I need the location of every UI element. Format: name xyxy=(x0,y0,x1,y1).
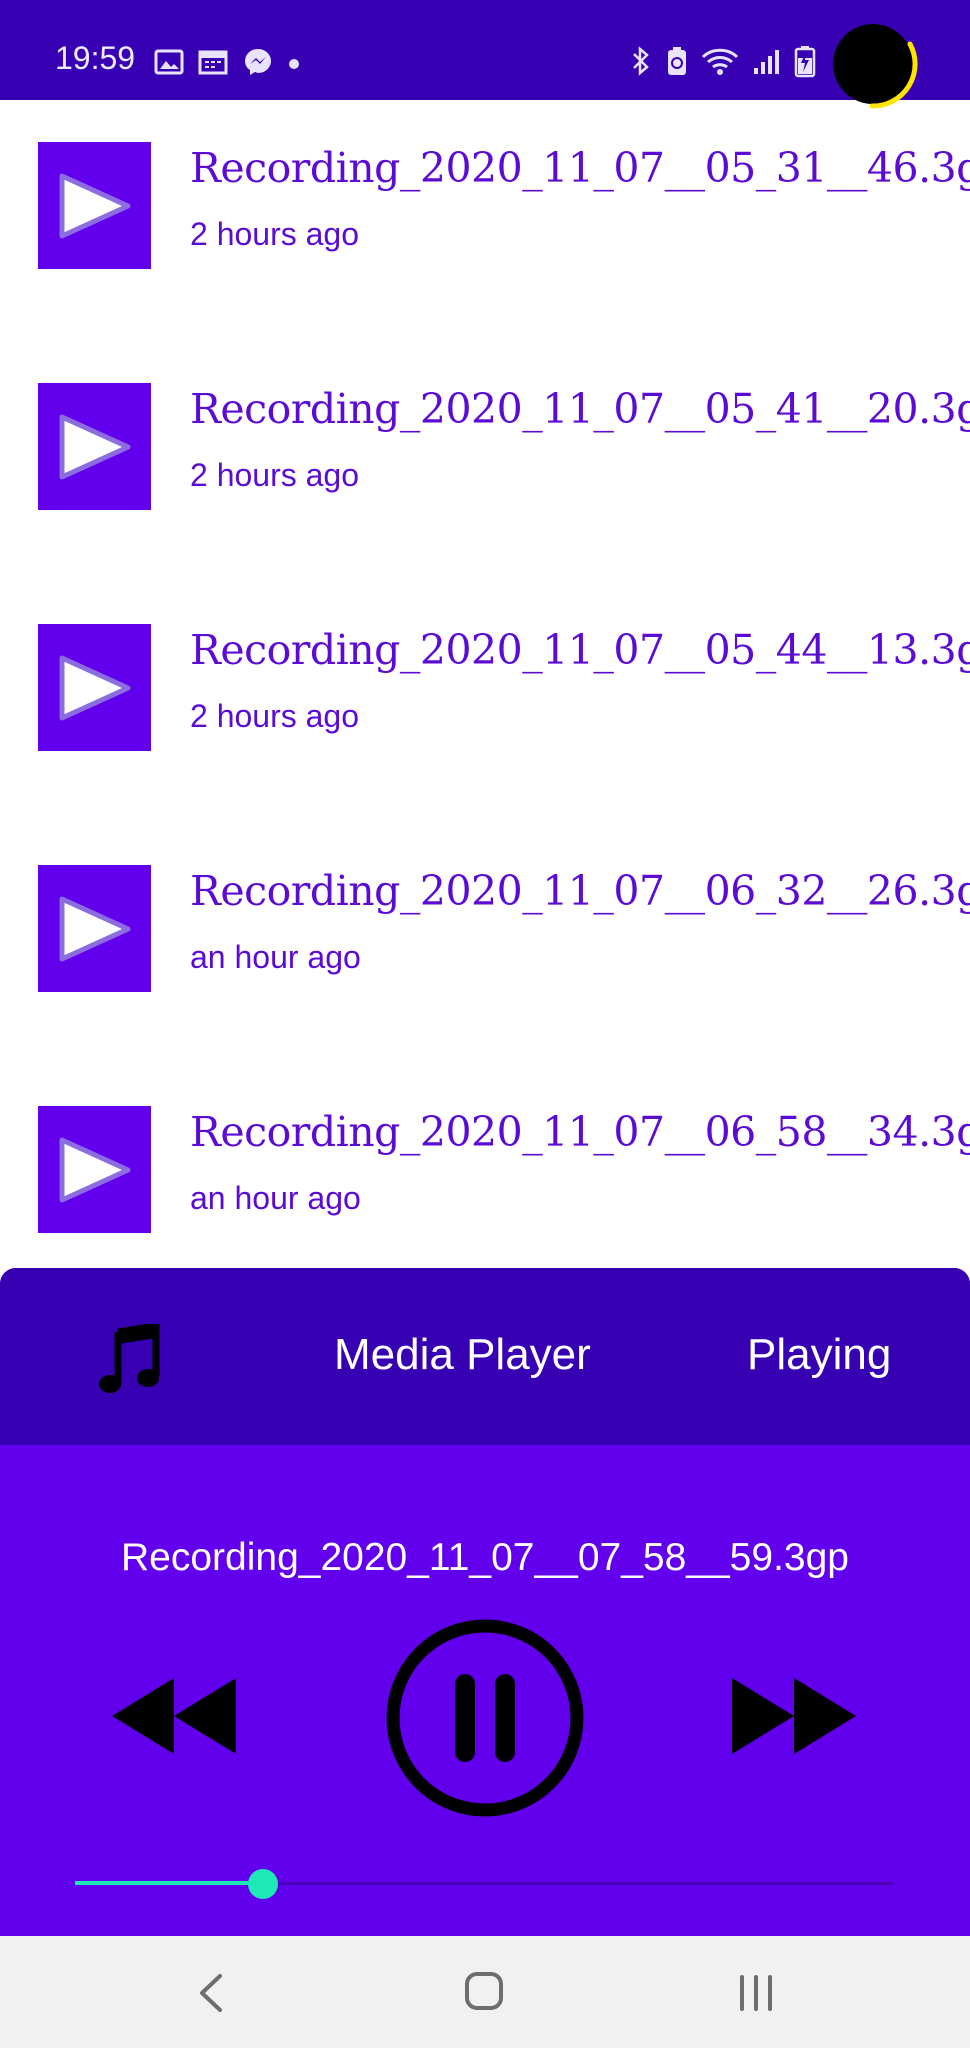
back-icon[interactable] xyxy=(196,1972,226,2018)
home-icon[interactable] xyxy=(463,1970,505,2016)
bluetooth-icon xyxy=(628,45,654,81)
list-item[interactable]: Recording_2020_11_07__05_41__20.3gp 2 ho… xyxy=(0,341,970,541)
player-header: Media Player Playing xyxy=(0,1268,970,1445)
play-button[interactable] xyxy=(38,624,151,751)
list-item[interactable]: Recording_2020_11_07__05_31__46.3gp 2 ho… xyxy=(0,100,970,300)
play-icon xyxy=(59,655,131,721)
player-title: Media Player xyxy=(334,1330,591,1379)
recording-time: an hour ago xyxy=(190,939,361,975)
calendar-icon xyxy=(198,48,228,80)
seek-progress xyxy=(75,1881,263,1885)
play-icon xyxy=(59,414,131,480)
signal-icon xyxy=(752,46,782,80)
recording-title: Recording_2020_11_07__06_32__26.3gp xyxy=(190,867,970,915)
recording-time: 2 hours ago xyxy=(190,698,360,734)
fast-forward-button[interactable] xyxy=(730,1676,858,1760)
now-playing-title: Recording_2020_11_07__07_58__59.3gp xyxy=(121,1536,849,1579)
list-item[interactable]: Recording_2020_11_07__06_32__26.3gp an h… xyxy=(0,823,970,1023)
media-player: Media Player Playing Recording_2020_11_0… xyxy=(0,1268,970,1936)
status-bar: 19:59 xyxy=(0,0,970,109)
list-item[interactable]: Recording_2020_11_07__05_44__13.3gp 2 ho… xyxy=(0,582,970,782)
status-time: 19:59 xyxy=(55,40,136,76)
recording-title: Recording_2020_11_07__05_31__46.3gp xyxy=(190,144,970,192)
recording-time: an hour ago xyxy=(190,1180,361,1216)
messenger-icon xyxy=(242,46,274,82)
loading-ring-icon xyxy=(869,41,918,109)
image-icon xyxy=(154,48,184,80)
notification-icons xyxy=(154,46,300,82)
play-button[interactable] xyxy=(38,865,151,992)
play-icon xyxy=(59,173,131,239)
player-status: Playing xyxy=(747,1330,892,1379)
play-button[interactable] xyxy=(38,1106,151,1233)
music-note-icon xyxy=(96,1321,162,1400)
fast-forward-icon xyxy=(732,1678,856,1754)
play-button[interactable] xyxy=(38,142,151,269)
recording-time: 2 hours ago xyxy=(190,216,360,252)
list-item[interactable]: Recording_2020_11_07__06_58__34.3gp an h… xyxy=(0,1064,970,1264)
wifi-icon xyxy=(700,45,740,81)
recording-title: Recording_2020_11_07__05_44__13.3gp xyxy=(190,626,970,674)
recording-title: Recording_2020_11_07__06_58__34.3gp xyxy=(190,1108,970,1156)
seek-thumb[interactable] xyxy=(248,1869,278,1899)
recording-title: Recording_2020_11_07__05_41__20.3gp xyxy=(190,385,970,433)
play-button[interactable] xyxy=(38,383,151,510)
pause-button[interactable] xyxy=(383,1616,587,1824)
battery-saver-icon xyxy=(666,45,688,81)
recent-apps-icon[interactable] xyxy=(737,1974,775,2016)
navigation-bar xyxy=(0,1936,970,2048)
play-icon xyxy=(59,896,131,962)
rewind-icon xyxy=(112,1678,236,1754)
system-icons xyxy=(628,44,816,82)
rewind-button[interactable] xyxy=(110,1676,238,1760)
play-icon xyxy=(59,1137,131,1203)
dot-icon xyxy=(288,55,300,74)
pause-icon xyxy=(386,1619,584,1817)
battery-charging-icon xyxy=(794,44,816,82)
recording-time: 2 hours ago xyxy=(190,457,360,493)
seek-bar[interactable] xyxy=(75,1864,893,1904)
